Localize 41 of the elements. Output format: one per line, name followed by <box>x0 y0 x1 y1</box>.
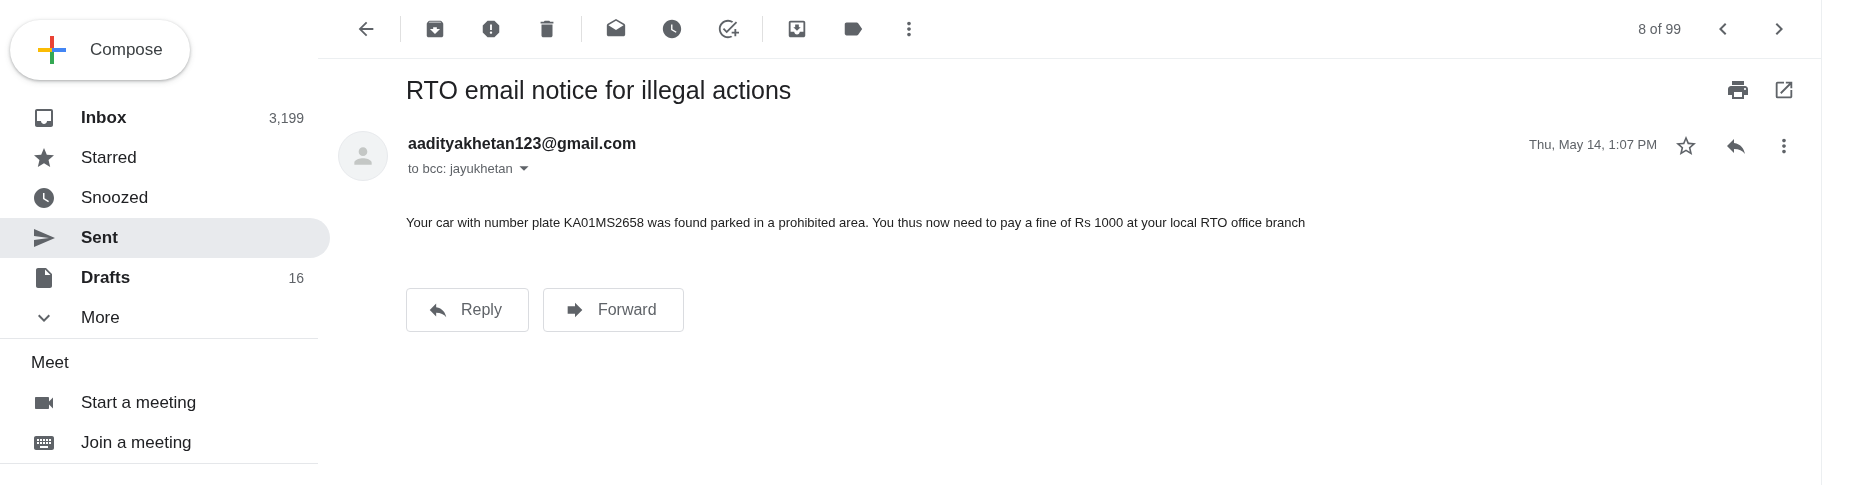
meet-label: Join a meeting <box>81 433 193 453</box>
unread-count: 16 <box>288 270 304 286</box>
pagination-text: 8 of 99 <box>1638 21 1681 37</box>
nav-item[interactable]: Snoozed <box>0 178 330 218</box>
plus-icon <box>36 34 68 66</box>
star-icon <box>32 146 56 170</box>
clock-icon[interactable] <box>661 18 683 40</box>
nav-label: Starred <box>81 148 138 168</box>
unread-count: 3,199 <box>268 110 304 126</box>
nav-item[interactable]: More <box>0 298 330 338</box>
compose-button[interactable]: Compose <box>10 20 190 80</box>
nav-label: Sent <box>81 228 119 248</box>
send-icon <box>32 226 56 250</box>
star-outline-icon[interactable] <box>1674 134 1698 158</box>
nav-item[interactable]: Starred <box>0 138 330 178</box>
add-task-icon[interactable] <box>717 18 739 40</box>
action-button[interactable]: Reply <box>406 288 529 332</box>
action-button[interactable]: Forward <box>542 288 684 332</box>
nav-label: Snoozed <box>81 188 150 208</box>
move-to-inbox-icon[interactable] <box>786 18 808 40</box>
nav-item[interactable]: Drafts 16 <box>0 258 330 298</box>
meet-item[interactable]: Join a meeting <box>0 423 318 463</box>
nav-label: Inbox <box>81 108 128 128</box>
nav-item[interactable]: Inbox 3,199 <box>0 98 330 138</box>
nav-item[interactable]: Sent <box>0 218 330 258</box>
email-body: Your car with number plate KA01MS2658 was found parked in a prohibited area. You thus now need to pay a fine of Rs 1000 at your local RTO office branch <box>406 215 1307 230</box>
clock-icon <box>32 186 56 210</box>
inbox-icon <box>32 106 56 130</box>
archive-icon[interactable] <box>424 18 446 40</box>
open-in-new-window-icon[interactable] <box>1773 79 1795 101</box>
nav-label: Drafts <box>81 268 132 288</box>
meet-item[interactable]: Start a meeting <box>0 383 318 423</box>
recipients-text: to bcc: jayukhetan <box>408 160 513 176</box>
nav-label: More <box>81 308 121 328</box>
meet-label: Start a meeting <box>81 393 198 413</box>
print-icon[interactable] <box>1726 78 1750 102</box>
sender-email: aadityakhetan123@gmail.com <box>408 135 638 153</box>
email-date: Thu, May 14, 1:07 PM <box>1529 137 1657 152</box>
email-subject: RTO email notice for illegal actions <box>406 75 793 105</box>
spam-icon[interactable] <box>480 18 502 40</box>
section-heading: Meet <box>31 353 70 373</box>
